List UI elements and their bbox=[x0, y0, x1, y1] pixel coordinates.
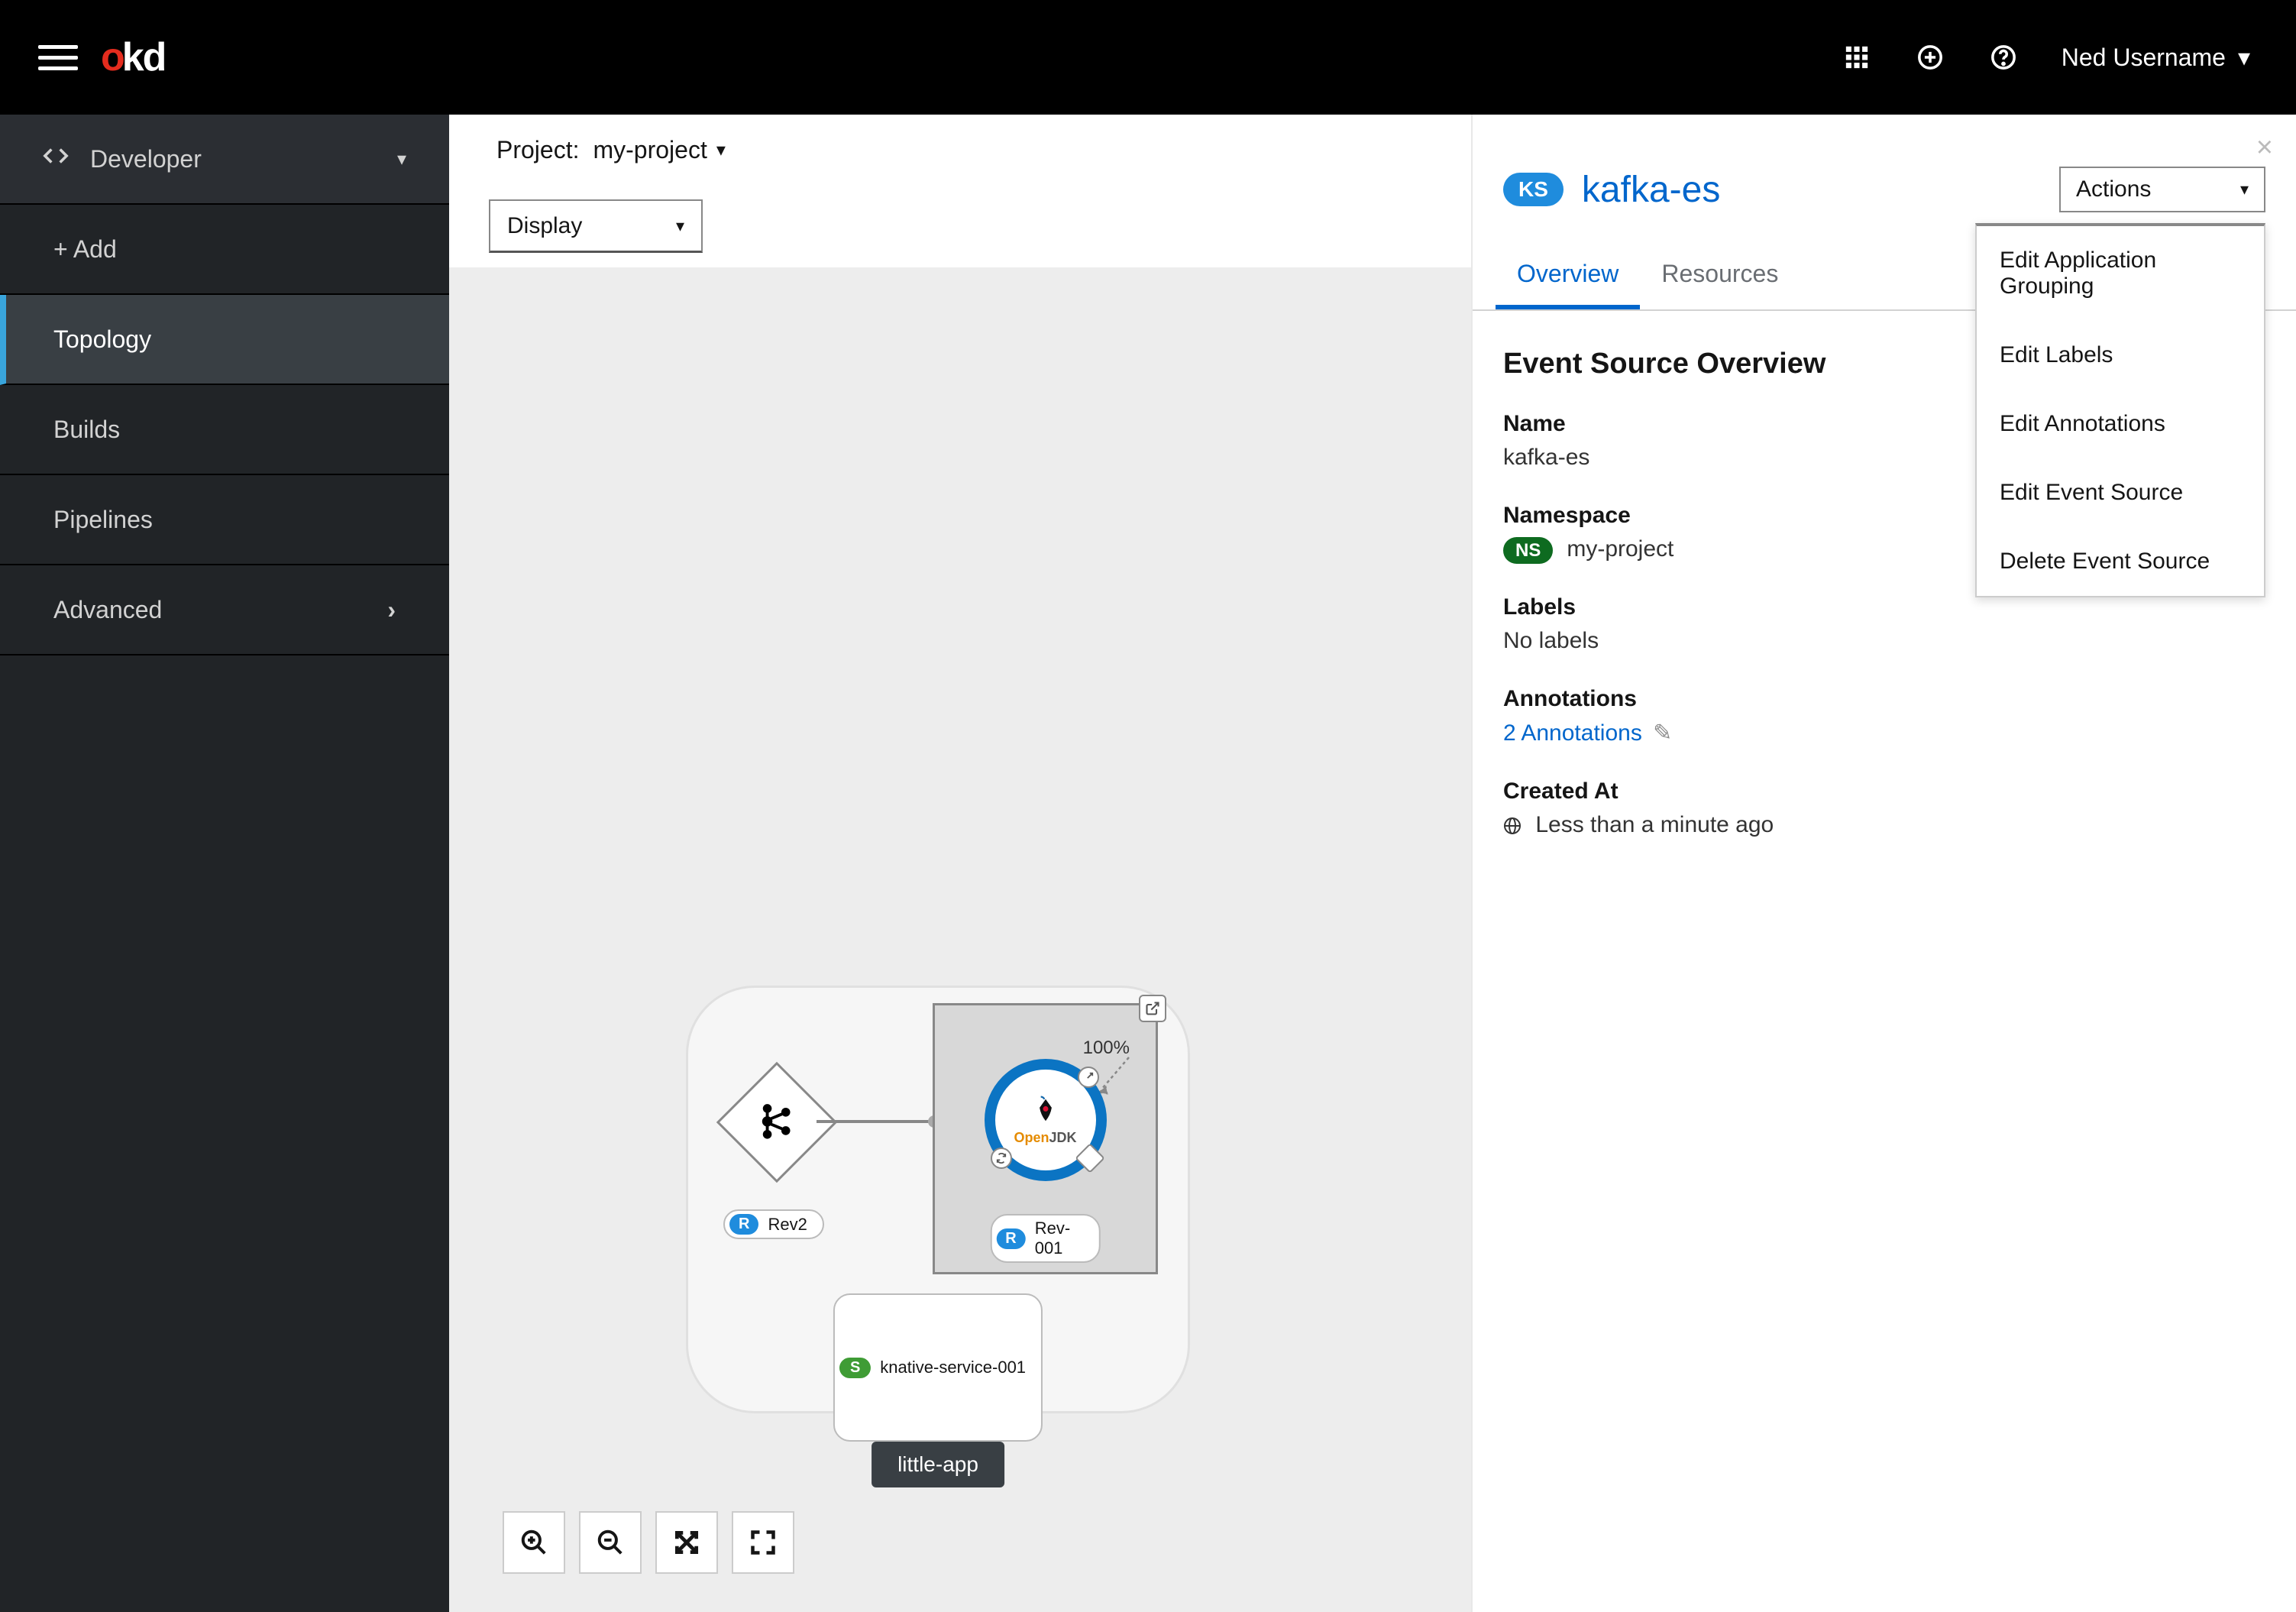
revision-label-pill[interactable]: R Rev-001 bbox=[990, 1214, 1101, 1263]
build-icon[interactable] bbox=[1075, 1143, 1105, 1173]
user-menu[interactable]: Ned Username bbox=[2062, 43, 2250, 72]
annotations-label: Annotations bbox=[1503, 686, 2265, 712]
sidebar-item-add[interactable]: + Add bbox=[0, 205, 449, 295]
caret-down-icon bbox=[716, 139, 726, 161]
annotations-value: 2 Annotations ✎ bbox=[1503, 720, 2265, 746]
labels-label: Labels bbox=[1503, 594, 2265, 620]
revision-label: Rev-001 bbox=[1035, 1219, 1084, 1258]
annotations-link[interactable]: 2 Annotations bbox=[1503, 720, 1642, 746]
perspective-label: Developer bbox=[90, 145, 202, 173]
sidebar-item-advanced[interactable]: Advanced bbox=[0, 565, 449, 655]
resource-kind-badge: KS bbox=[1503, 173, 1564, 206]
close-button[interactable]: × bbox=[2256, 131, 2273, 164]
topology-edge bbox=[817, 1120, 934, 1123]
application-group[interactable]: R Rev2 100% bbox=[686, 986, 1190, 1413]
project-label: Project: bbox=[496, 136, 579, 164]
sidebar-item-builds[interactable]: Builds bbox=[0, 385, 449, 475]
open-url-icon[interactable] bbox=[1078, 1067, 1099, 1088]
resource-badge: R bbox=[729, 1214, 758, 1235]
sidebar-item-label: Advanced bbox=[53, 596, 162, 624]
resource-badge: R bbox=[996, 1228, 1025, 1249]
apps-icon[interactable] bbox=[1842, 42, 1872, 73]
action-edit-labels[interactable]: Edit Labels bbox=[1977, 321, 2264, 390]
sidebar-item-label: + Add bbox=[53, 235, 117, 264]
node-tech-label: OpenJDK bbox=[1014, 1130, 1076, 1146]
chevron-right-icon bbox=[387, 596, 396, 624]
brand-kd: kd bbox=[122, 34, 166, 80]
namespace-text[interactable]: my-project bbox=[1567, 536, 1673, 562]
actions-dropdown[interactable]: Actions Edit Application Grouping Edit L… bbox=[2059, 167, 2265, 212]
sync-icon[interactable] bbox=[991, 1147, 1012, 1169]
fit-to-screen-button[interactable] bbox=[655, 1511, 718, 1574]
zoom-controls bbox=[503, 1511, 794, 1574]
duke-icon bbox=[1030, 1095, 1061, 1125]
service-badge: S bbox=[839, 1358, 871, 1378]
brand-o: o bbox=[101, 34, 124, 80]
labels-value: No labels bbox=[1503, 628, 2265, 654]
open-url-icon[interactable] bbox=[1139, 995, 1166, 1022]
globe-icon bbox=[1503, 812, 1528, 837]
kafka-icon bbox=[755, 1099, 799, 1146]
masthead: okd Ned Username bbox=[0, 0, 2296, 115]
caret-down-icon bbox=[676, 216, 684, 236]
display-label: Display bbox=[507, 213, 582, 239]
action-edit-annotations[interactable]: Edit Annotations bbox=[1977, 390, 2264, 458]
action-edit-event-source[interactable]: Edit Event Source bbox=[1977, 458, 2264, 527]
edit-pencil-icon[interactable]: ✎ bbox=[1653, 720, 1672, 746]
menu-toggle-button[interactable] bbox=[38, 37, 78, 77]
perspective-switcher[interactable]: Developer bbox=[0, 115, 449, 205]
knative-service-pill[interactable]: S knative-service-001 bbox=[833, 1293, 1043, 1442]
knative-service-label: knative-service-001 bbox=[880, 1358, 1026, 1377]
tab-overview[interactable]: Overview bbox=[1496, 243, 1640, 309]
tab-resources[interactable]: Resources bbox=[1640, 243, 1800, 309]
display-dropdown[interactable]: Display bbox=[489, 199, 703, 253]
code-icon bbox=[43, 143, 69, 175]
username-label: Ned Username bbox=[2062, 44, 2226, 72]
revision-group[interactable]: 100% OpenJDK bbox=[933, 1003, 1158, 1274]
project-name: my-project bbox=[593, 136, 707, 164]
sidebar-item-label: Pipelines bbox=[53, 506, 153, 534]
created-at-value: Less than a minute ago bbox=[1503, 812, 2265, 838]
traffic-arrow bbox=[1095, 1054, 1133, 1096]
revision-node[interactable]: OpenJDK bbox=[985, 1059, 1107, 1181]
caret-down-icon bbox=[2238, 43, 2250, 72]
event-source-label-pill[interactable]: R Rev2 bbox=[723, 1209, 824, 1239]
help-icon[interactable] bbox=[1988, 42, 2019, 73]
sidebar-item-label: Topology bbox=[53, 325, 151, 354]
namespace-badge: NS bbox=[1503, 537, 1553, 564]
created-at-label: Created At bbox=[1503, 778, 2265, 804]
project-dropdown[interactable]: my-project bbox=[593, 136, 725, 164]
side-panel: × KS kafka-es Actions Edit Application G… bbox=[1471, 115, 2296, 1612]
sidebar-item-topology[interactable]: Topology bbox=[0, 295, 449, 385]
action-edit-application-grouping[interactable]: Edit Application Grouping bbox=[1977, 226, 2264, 321]
zoom-in-button[interactable] bbox=[503, 1511, 565, 1574]
actions-menu: Edit Application Grouping Edit Labels Ed… bbox=[1975, 223, 2265, 597]
sidebar: Developer + Add Topology Builds Pipeline… bbox=[0, 115, 449, 1612]
caret-down-icon bbox=[397, 148, 406, 170]
side-panel-title[interactable]: kafka-es bbox=[1582, 169, 1720, 211]
zoom-out-button[interactable] bbox=[579, 1511, 642, 1574]
side-panel-header: KS kafka-es Actions Edit Application Gro… bbox=[1473, 115, 2296, 228]
app-group-label[interactable]: little-app bbox=[872, 1442, 1004, 1487]
sidebar-item-pipelines[interactable]: Pipelines bbox=[0, 475, 449, 565]
fullscreen-button[interactable] bbox=[732, 1511, 794, 1574]
sidebar-item-label: Builds bbox=[53, 416, 120, 444]
actions-label: Actions bbox=[2076, 176, 2151, 202]
caret-down-icon bbox=[2240, 180, 2249, 199]
brand-logo: okd bbox=[101, 34, 165, 80]
event-source-label: Rev2 bbox=[768, 1215, 807, 1235]
created-at-text: Less than a minute ago bbox=[1535, 812, 1774, 837]
add-icon[interactable] bbox=[1915, 42, 1945, 73]
action-delete-event-source[interactable]: Delete Event Source bbox=[1977, 527, 2264, 596]
